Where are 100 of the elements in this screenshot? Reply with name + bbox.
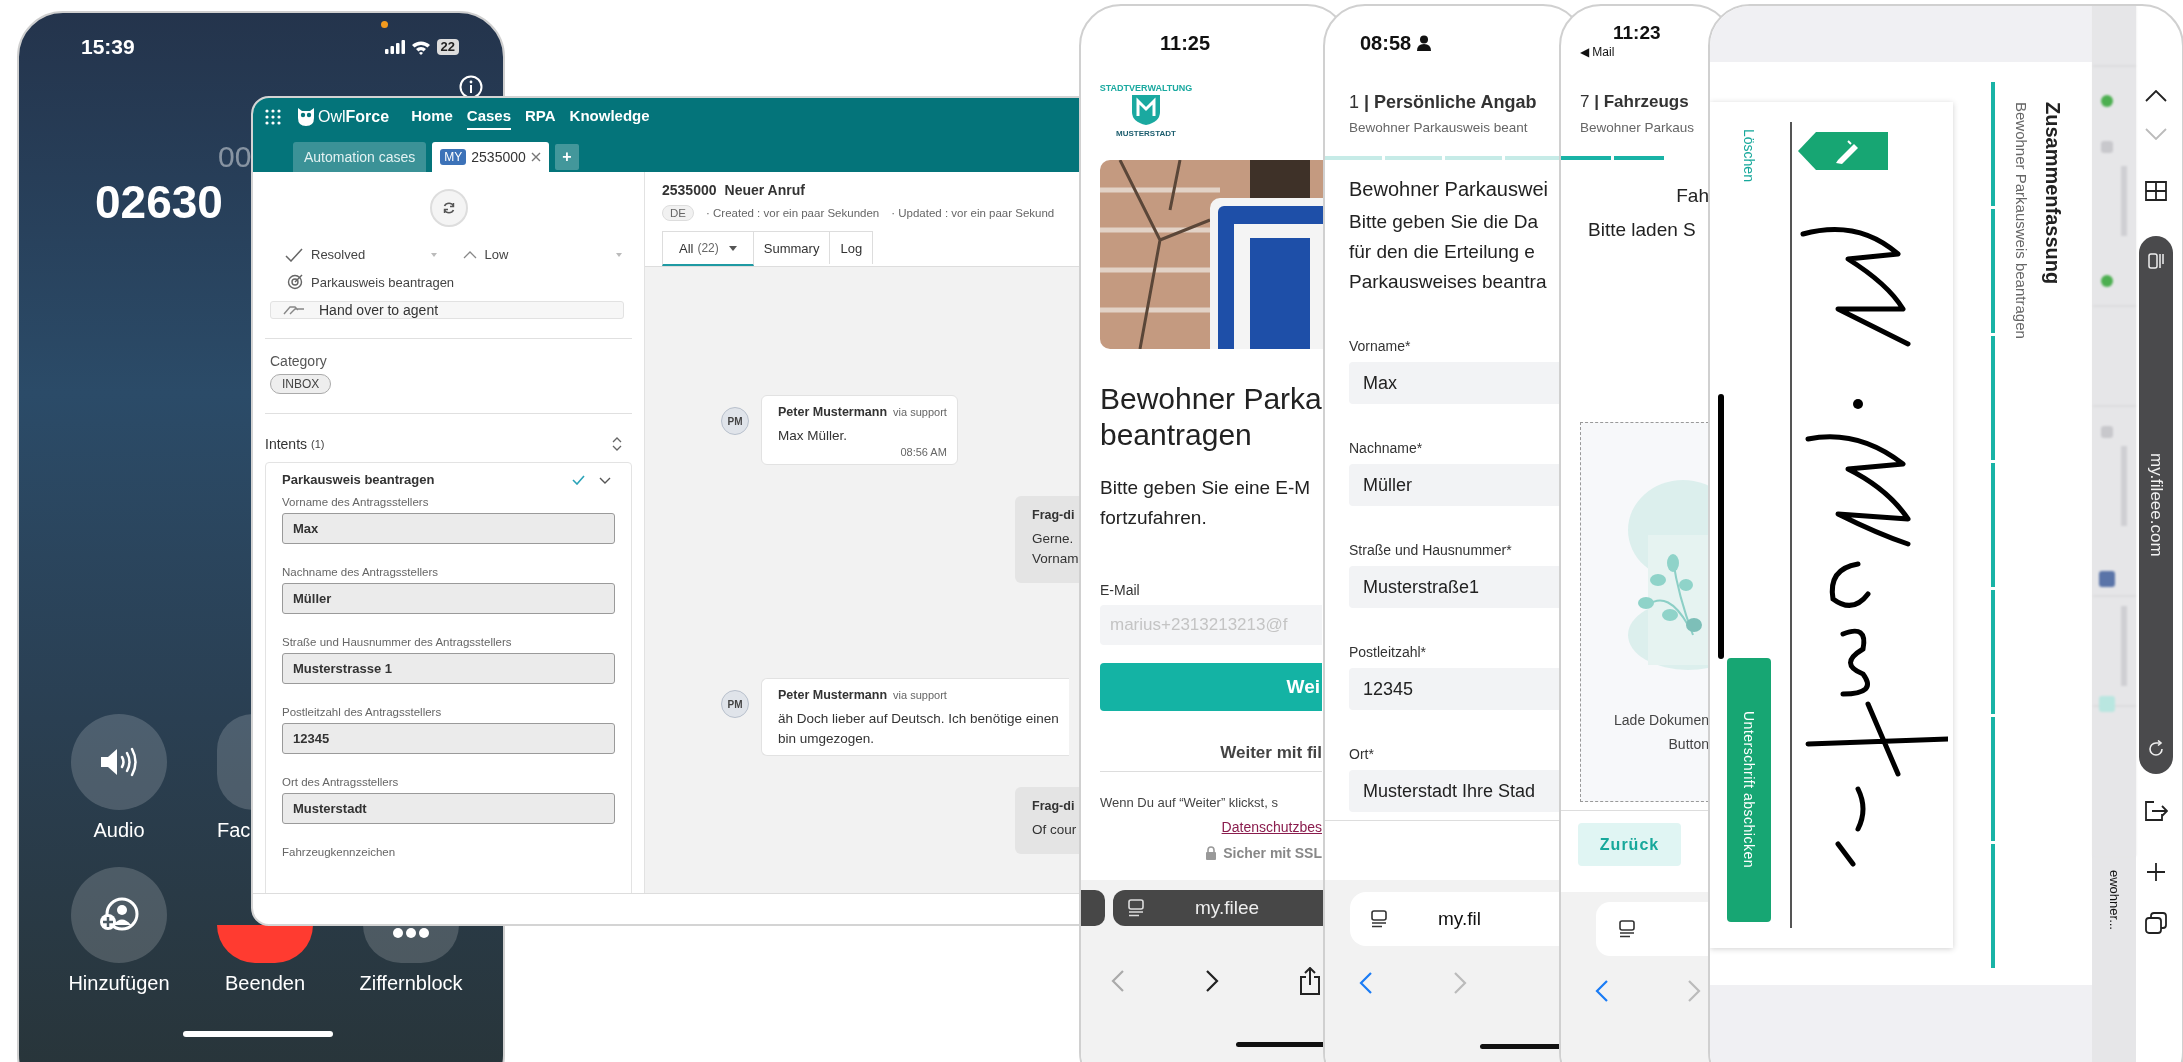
field-label: Vorname des Antragsstellers [282,495,430,509]
message-author: Peter Mustermann [778,405,888,419]
message-author: Frag-di [1032,508,1076,522]
section-title: Fah [1676,184,1709,208]
action-label: Hinzufügen [68,971,170,995]
tab-label: Automation cases [304,149,416,165]
refresh-button[interactable] [429,189,468,227]
input-field[interactable]: 12345 [282,723,615,754]
message-text: Gerne. Vornam [1032,530,1080,568]
back-icon[interactable] [1359,971,1373,995]
sort-icon[interactable] [612,437,622,451]
refresh-icon [443,202,454,214]
created-time: · Created : vor ein paar Sekunden [706,207,880,219]
input-field[interactable]: Müller [282,583,615,614]
intro-text: Bitte geben Sie eine E-M fortzufahren. [1100,476,1312,530]
nav-link[interactable]: RPA [525,104,556,130]
tab-label: Summary [763,240,820,256]
step-title: 7 | Fahrzeugs [1579,91,1690,113]
step-subtitle: Bewohner Parkaus [1579,119,1696,137]
phone-number: 02630 [95,177,223,227]
caret-icon[interactable] [728,245,737,251]
message-author: Frag-di [1032,799,1076,813]
nav-link[interactable]: Cases [466,104,512,130]
person-icon [1417,35,1432,51]
alternative-login-link[interactable]: Weiter mit fil [1220,743,1322,763]
nav-link[interactable]: Knowledge [569,104,650,130]
action-label: Fac [217,818,251,842]
call-duration: 00 [218,141,252,173]
input-field[interactable]: Musterstadt Ihre Stad [1349,770,1559,812]
tab-label: All [679,240,694,256]
field-label: Ort* [1349,745,1375,763]
privacy-link[interactable]: Datenschutzbes [1221,819,1322,835]
back-to-app-link[interactable]: ◀ Mail [1580,44,1615,60]
updated-time: · Updated : vor ein paar Sekund [891,207,1055,219]
upload-hint: Lade Dokumen Button [1613,711,1709,754]
hand-over-button[interactable]: Hand over to agent [270,301,624,319]
close-icon[interactable] [530,152,541,162]
forward-icon[interactable] [1205,969,1219,993]
status-value[interactable]: Resolved [311,247,423,262]
message-text: Max Müller. [778,427,849,445]
case-tab[interactable]: MY 2535000 [432,142,549,172]
view-tab[interactable]: Summary [753,231,831,264]
share-icon[interactable] [1299,967,1321,995]
field-label: Vorname* [1349,337,1412,355]
page-menu-icon[interactable] [1370,910,1388,928]
section-title: Bewohner Parkauswei [1349,177,1549,201]
add-person-icon [99,897,139,933]
tabs-icon[interactable] [2145,912,2167,934]
message-text: äh Doch lieber auf Deutsch. Ich benötige einen bin umgezogen. [778,710,1059,748]
tab-preview[interactable] [1081,890,1105,926]
logo-caption: STADTVERWALTUNG [1099,84,1193,92]
field-label: Nachname des Antragsstellers [282,565,439,579]
avatar: PM [721,690,749,718]
input-field[interactable]: Musterstrasse 1 [282,653,615,684]
check-icon [285,247,303,262]
upload-area[interactable]: Lade Dokumen Button [1580,422,1709,802]
tab-count: (22) [697,241,719,255]
pen-icon[interactable] [1798,132,1888,170]
input-field[interactable]: Max [1349,362,1559,404]
priority-value[interactable]: Low [484,247,608,262]
input-field[interactable]: Müller [1349,464,1559,506]
intent-tag: Parkausweis beantragen [311,274,455,290]
message-channel: via support [893,406,947,418]
page-menu-icon[interactable] [1618,920,1636,938]
case-title: Neuer Anruf [724,182,805,198]
speaker-icon [99,747,139,777]
share-icon[interactable] [2144,800,2168,822]
plus-icon[interactable] [2146,862,2166,882]
reload-icon[interactable] [2147,740,2165,758]
view-tab[interactable]: Log [830,231,874,264]
category-tag[interactable]: INBOX [270,374,332,394]
back-icon[interactable] [1595,979,1609,1003]
page-menu-icon[interactable] [1127,899,1145,917]
consent-text: Wenn Du auf “Weiter” klickst, s [1100,794,1279,812]
lock-icon [1205,846,1218,860]
field-label: Fahrzeugkennzeichen [282,845,397,859]
clock: 11:25 [1160,31,1211,55]
page-subtitle: Bewohner Parkausweis beantragen [2012,102,2031,339]
field-label: Postleitzahl* [1349,643,1428,661]
tab-title[interactable]: ewohner... [2106,870,2122,930]
tab-badge: MY [440,149,467,165]
input-field[interactable]: Musterstadt [282,793,615,824]
page-title: Bewohner Parka beantragen [1100,381,1322,453]
input-field[interactable]: Musterstraße1 [1349,566,1559,608]
section-title: Intents [265,436,308,452]
field-label: Straße und Hausnummer des Antragsstellers [282,635,513,649]
info-icon[interactable] [459,75,483,99]
nav-link[interactable]: Home [411,104,453,130]
url-text: my.fileee.com [2146,453,2166,557]
address-bar[interactable]: my.fileee.com [2139,236,2173,774]
input-field[interactable]: Max [282,513,615,544]
message-text: Of cour [1032,821,1078,839]
intro-text: Bitte geben Sie die Da für den die Erteilung e Parkausweises beantra [1349,210,1548,294]
clock: 08:58 [1360,31,1412,55]
chevron-up-icon [462,250,477,259]
page-menu-icon[interactable] [2148,252,2164,270]
chevron-up-icon[interactable] [2145,90,2167,102]
apps-grid-icon[interactable] [265,109,281,125]
handshake-icon [283,304,305,316]
input-field[interactable]: 12345 [1349,668,1559,710]
